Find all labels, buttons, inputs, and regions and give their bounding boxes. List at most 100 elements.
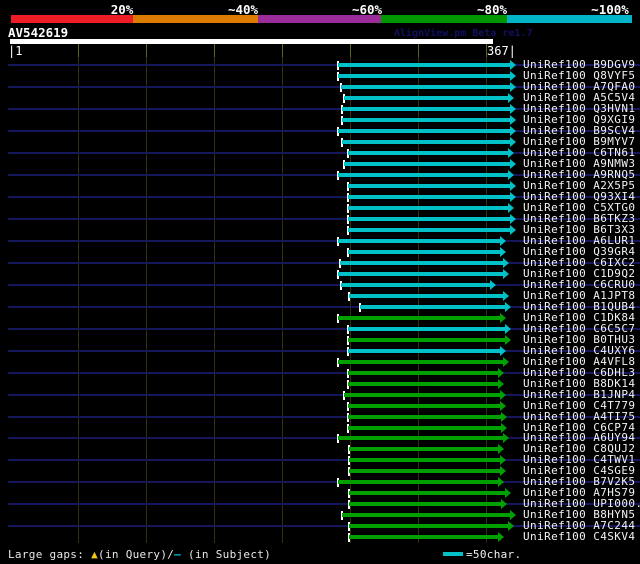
alignment-bar[interactable] xyxy=(338,63,510,67)
alignment-bar[interactable] xyxy=(347,415,502,419)
bar-arrowhead-icon xyxy=(509,181,516,191)
alignment-row: UniRef100_A7QFA0 xyxy=(0,81,640,92)
hit-label[interactable]: UniRef100_C6IXC2 xyxy=(523,257,640,268)
hit-label[interactable]: UniRef100_C4UXY6 xyxy=(523,345,640,356)
hit-label[interactable]: UniRef100_B8DK14 xyxy=(523,378,640,389)
alignment-bar[interactable] xyxy=(343,96,509,100)
alignment-bar[interactable] xyxy=(347,151,509,155)
alignment-bar[interactable] xyxy=(341,283,491,287)
hit-label[interactable]: UniRef100_Q8VYF5 xyxy=(523,70,640,81)
hit-label[interactable]: UniRef100_C1D9Q2 xyxy=(523,268,640,279)
alignment-bar[interactable] xyxy=(347,371,499,375)
hit-label[interactable]: UniRef100_Q93XI4 xyxy=(523,191,640,202)
alignment-bar[interactable] xyxy=(338,316,500,320)
hit-label[interactable]: UniRef100_A4VFL8 xyxy=(523,356,640,367)
hit-label[interactable]: UniRef100_C5XTG0 xyxy=(523,202,640,213)
alignment-bar[interactable] xyxy=(342,118,510,122)
bar-arrowhead-icon xyxy=(499,390,506,400)
alignment-bar[interactable] xyxy=(342,107,510,111)
alignment-bar[interactable] xyxy=(349,469,500,473)
hit-label[interactable]: UniRef100_C4SGE9 xyxy=(523,465,640,476)
alignment-bar[interactable] xyxy=(342,513,510,517)
hit-label[interactable]: UniRef100_C4TWV1 xyxy=(523,454,640,465)
alignment-bar[interactable] xyxy=(349,524,509,528)
hit-label[interactable]: UniRef100_C6CRU0 xyxy=(523,279,640,290)
alignment-bar[interactable] xyxy=(341,85,510,89)
alignment-bar[interactable] xyxy=(347,382,499,386)
alignment-bar[interactable] xyxy=(347,195,510,199)
hit-label[interactable]: UniRef100_A9NMW3 xyxy=(523,158,640,169)
alignment-bar[interactable] xyxy=(349,458,500,462)
hit-label[interactable]: UniRef100_B1QUB4 xyxy=(523,301,640,312)
hit-label[interactable]: UniRef100_A6LUR1 xyxy=(523,235,640,246)
hit-label[interactable]: UniRef100_A6UY94 xyxy=(523,432,640,443)
hit-label[interactable]: UniRef100_A1JPT8 xyxy=(523,290,640,301)
alignment-bar[interactable] xyxy=(347,338,506,342)
alignment-bar[interactable] xyxy=(349,447,499,451)
hit-label[interactable]: UniRef100_B0THU3 xyxy=(523,334,640,345)
hit-label[interactable]: UniRef100_A4TI75 xyxy=(523,411,640,422)
alignment-bar[interactable] xyxy=(347,228,510,232)
hit-label[interactable]: UniRef100_C8QUJ2 xyxy=(523,443,640,454)
alignment-bar[interactable] xyxy=(360,305,506,309)
alignment-bar[interactable] xyxy=(347,349,500,353)
hit-label[interactable]: UniRef100_C6C5C7 xyxy=(523,323,640,334)
hit-label[interactable]: UniRef100_B9SCV4 xyxy=(523,125,640,136)
hit-label[interactable]: UniRef100_A7QFA0 xyxy=(523,81,640,92)
alignment-bar[interactable] xyxy=(349,535,499,539)
bar-arrowhead-icon xyxy=(499,247,506,257)
alignment-bar[interactable] xyxy=(338,74,510,78)
hit-label[interactable]: UniRef100_A7C244 xyxy=(523,520,640,531)
hit-label[interactable]: UniRef100_A7HS79 xyxy=(523,487,640,498)
alignment-bar[interactable] xyxy=(343,393,500,397)
hit-label[interactable]: UniRef100_C4SKV4 xyxy=(523,531,640,542)
alignment-bar[interactable] xyxy=(343,162,510,166)
alignment-bar[interactable] xyxy=(347,206,509,210)
alignment-bar[interactable] xyxy=(347,426,502,430)
hit-label[interactable]: UniRef100_B8HYN5 xyxy=(523,509,640,520)
alignment-bar[interactable] xyxy=(338,272,503,276)
alignment-bar[interactable] xyxy=(338,129,510,133)
bar-arrowhead-icon xyxy=(509,159,516,169)
hit-label[interactable]: UniRef100_C6DHL3 xyxy=(523,367,640,378)
hit-label[interactable]: UniRef100_UPI000.. xyxy=(523,498,640,509)
alignment-bar[interactable] xyxy=(339,261,503,265)
hit-label[interactable]: UniRef100_Q9XGI9 xyxy=(523,114,640,125)
bar-arrowhead-icon xyxy=(509,60,516,70)
query-gap-text: (in Query)/ xyxy=(98,548,175,561)
alignment-bar[interactable] xyxy=(342,140,510,144)
alignment-bar[interactable] xyxy=(349,491,506,495)
hit-label[interactable]: UniRef100_B6TKZ3 xyxy=(523,213,640,224)
alignment-bar[interactable] xyxy=(347,250,500,254)
hit-label[interactable]: UniRef100_A2X5P5 xyxy=(523,180,640,191)
hit-label[interactable]: UniRef100_Q3HVN1 xyxy=(523,103,640,114)
bar-arrowhead-icon xyxy=(502,291,509,301)
alignment-bar[interactable] xyxy=(338,436,503,440)
alignment-bar[interactable] xyxy=(347,217,510,221)
hit-label[interactable]: UniRef100_C1DK84 xyxy=(523,312,640,323)
alignment-bar[interactable] xyxy=(347,184,510,188)
alignment-bar[interactable] xyxy=(338,239,500,243)
alignment-bar[interactable] xyxy=(338,173,509,177)
hit-label[interactable]: UniRef100_B9DGV9 xyxy=(523,59,640,70)
query-id-label: AV542619 xyxy=(8,25,69,40)
alignment-row: UniRef100_B9DGV9 xyxy=(0,59,640,70)
hit-label[interactable]: UniRef100_C4T779 xyxy=(523,400,640,411)
alignment-bar[interactable] xyxy=(347,404,500,408)
hit-label[interactable]: UniRef100_C6TN61 xyxy=(523,147,640,158)
hit-label[interactable]: UniRef100_B9MYV7 xyxy=(523,136,640,147)
hit-label[interactable]: UniRef100_A9RNQ5 xyxy=(523,169,640,180)
hit-label[interactable]: UniRef100_B1JNP4 xyxy=(523,389,640,400)
alignment-bar[interactable] xyxy=(349,502,502,506)
alignment-bar[interactable] xyxy=(338,480,499,484)
hit-label[interactable]: UniRef100_B7V2K5 xyxy=(523,476,640,487)
alignment-bar[interactable] xyxy=(338,360,503,364)
alignment-row: UniRef100_A6LUR1 xyxy=(0,235,640,246)
alignment-bar[interactable] xyxy=(347,327,506,331)
bar-arrowhead-icon xyxy=(498,444,505,454)
hit-label[interactable]: UniRef100_B6T3X3 xyxy=(523,224,640,235)
score-key-segment xyxy=(11,15,133,23)
hit-label[interactable]: UniRef100_Q39GR4 xyxy=(523,246,640,257)
alignment-bar[interactable] xyxy=(349,294,503,298)
hit-label[interactable]: UniRef100_A5C5V4 xyxy=(523,92,640,103)
